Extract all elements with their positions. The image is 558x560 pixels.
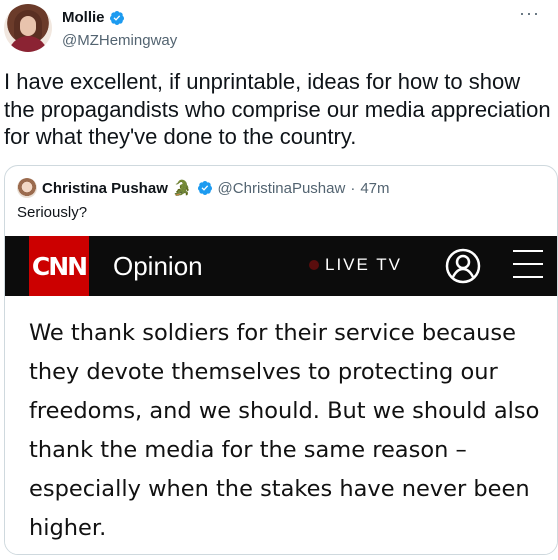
live-dot-icon — [309, 260, 319, 270]
menu-icon — [513, 250, 543, 282]
cnn-header-bar: CNN Opinion LIVE TV — [5, 236, 557, 296]
verified-badge-icon — [109, 11, 124, 25]
author-handle[interactable]: @MZHemingway — [62, 31, 177, 51]
quoted-tweet[interactable]: Christina Pushaw 🐊 @ChristinaPushaw · 47… — [4, 165, 558, 555]
crocodile-emoji-icon: 🐊 — [172, 180, 192, 197]
account-icon — [445, 248, 481, 284]
quoted-tweet-text: Seriously? — [17, 204, 88, 221]
quoted-tweet-image[interactable]: CNN Opinion LIVE TV We thank soldiers fo… — [5, 236, 557, 554]
live-tv-text: LIVE TV — [325, 255, 402, 274]
cnn-logo: CNN — [29, 236, 89, 296]
article-excerpt: We thank soldiers for their service beca… — [29, 320, 540, 541]
verified-badge-icon — [197, 181, 212, 195]
tweet-header: Mollie @MZHemingway — [4, 4, 177, 54]
author-display-name[interactable]: Mollie — [62, 8, 105, 28]
quoted-tweet-time[interactable]: 47m — [360, 180, 389, 197]
time-separator: · — [350, 179, 356, 197]
more-icon[interactable]: ··· — [519, 4, 540, 22]
quoted-author-display-name[interactable]: Christina Pushaw — [42, 180, 168, 197]
author-names: Mollie @MZHemingway — [62, 8, 177, 51]
quoted-author-avatar[interactable] — [17, 178, 37, 198]
quoted-author-handle[interactable]: @ChristinaPushaw — [218, 180, 346, 197]
author-avatar[interactable] — [4, 4, 52, 52]
quoted-tweet-header: Christina Pushaw 🐊 @ChristinaPushaw · 47… — [17, 178, 390, 198]
live-tv-label: LIVE TV — [309, 255, 402, 275]
cnn-section-title: Opinion — [113, 251, 203, 281]
tweet-text: I have excellent, if unprintable, ideas … — [4, 69, 551, 149]
